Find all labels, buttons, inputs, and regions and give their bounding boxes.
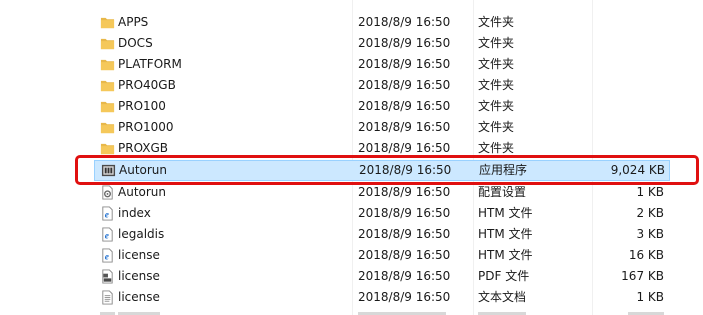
file-size: 167 KB <box>621 269 664 283</box>
file-type: 文本文档 <box>478 290 527 304</box>
file-type: 配置设置 <box>478 185 527 199</box>
file-name: PROXGB <box>118 141 169 155</box>
file-modified-date: 2018/8/9 16:50 <box>358 141 451 155</box>
file-name: Autorun <box>118 185 167 199</box>
file-modified-date: 2018/8/9 16:50 <box>358 269 451 283</box>
file-size: 1 KB <box>636 185 664 199</box>
file-row[interactable]: APPS 2018/8/9 16:50 文件夹 <box>94 12 670 33</box>
file-modified-date: 2018/8/9 16:50 <box>358 57 451 71</box>
file-type: HTM 文件 <box>478 206 533 220</box>
file-modified-date: 2018/8/9 16:50 <box>358 227 451 241</box>
file-row[interactable]: e legaldis 2018/8/9 16:50 HTM 文件 3 KB <box>94 224 670 245</box>
file-modified-date: 2018/8/9 16:50 <box>358 206 451 220</box>
file-row[interactable]: PRO100 2018/8/9 16:50 文件夹 <box>94 96 670 117</box>
file-type: PDF 文件 <box>478 269 530 283</box>
file-modified-date: 2018/8/9 16:50 <box>358 185 451 199</box>
htm-file-icon: e <box>100 227 115 242</box>
folder-icon <box>100 141 115 156</box>
file-name: legaldis <box>118 227 165 241</box>
file-row[interactable]: e index 2018/8/9 16:50 HTM 文件 2 KB <box>94 203 670 224</box>
svg-text:e: e <box>105 232 109 242</box>
file-size: 3 KB <box>636 227 664 241</box>
file-type: 文件夹 <box>478 36 515 50</box>
file-row-partial[interactable] <box>94 310 670 315</box>
file-row[interactable]: e license 2018/8/9 16:50 HTM 文件 16 KB <box>94 245 670 266</box>
file-type: 文件夹 <box>478 15 515 29</box>
file-name: PLATFORM <box>118 57 182 71</box>
file-name: APPS <box>118 15 149 29</box>
file-name: PRO1000 <box>118 120 174 134</box>
svg-text:e: e <box>105 253 109 263</box>
file-modified-date: 2018/8/9 16:50 <box>358 78 451 92</box>
file-row[interactable]: PRO1000 2018/8/9 16:50 文件夹 <box>94 117 670 138</box>
htm-file-icon: e <box>100 206 115 221</box>
file-modified-date: 2018/8/9 16:50 <box>358 120 451 134</box>
folder-icon <box>100 99 115 114</box>
file-row[interactable]: DOCS 2018/8/9 16:50 文件夹 <box>94 33 670 54</box>
pdf-file-icon <box>100 269 115 284</box>
file-type: 文件夹 <box>478 141 515 155</box>
file-type: 文件夹 <box>478 120 515 134</box>
file-name: PRO100 <box>118 99 166 113</box>
file-size: 2 KB <box>636 206 664 220</box>
file-type: HTM 文件 <box>478 227 533 241</box>
file-modified-date: 2018/8/9 16:50 <box>358 15 451 29</box>
svg-text:e: e <box>105 211 109 221</box>
file-type: HTM 文件 <box>478 248 533 262</box>
file-row[interactable]: license 2018/8/9 16:50 PDF 文件 167 KB <box>94 266 670 287</box>
htm-file-icon: e <box>100 248 115 263</box>
file-size: 1 KB <box>636 290 664 304</box>
file-name: DOCS <box>118 36 153 50</box>
file-row[interactable]: PLATFORM 2018/8/9 16:50 文件夹 <box>94 54 670 75</box>
file-row[interactable]: license 2018/8/9 16:50 文本文档 1 KB <box>94 287 670 308</box>
file-modified-date: 2018/8/9 16:50 <box>358 99 451 113</box>
file-type: 文件夹 <box>478 78 515 92</box>
file-modified-date: 2018/8/9 16:50 <box>358 248 451 262</box>
file-name: license <box>118 269 160 283</box>
file-type: 文件夹 <box>478 57 515 71</box>
folder-icon <box>100 36 115 51</box>
folder-icon <box>100 15 115 30</box>
folder-icon <box>100 120 115 135</box>
file-modified-date: 2018/8/9 16:50 <box>358 290 451 304</box>
file-name: license <box>118 290 160 304</box>
config-settings-icon <box>100 185 115 200</box>
file-name: PRO40GB <box>118 78 176 92</box>
annotation-highlight-box <box>75 155 699 185</box>
file-row[interactable]: PRO40GB 2018/8/9 16:50 文件夹 <box>94 75 670 96</box>
file-name: index <box>118 206 151 220</box>
file-type: 文件夹 <box>478 99 515 113</box>
folder-icon <box>100 57 115 72</box>
file-name: license <box>118 248 160 262</box>
file-modified-date: 2018/8/9 16:50 <box>358 36 451 50</box>
text-document-icon <box>100 290 115 305</box>
file-size: 16 KB <box>628 248 664 262</box>
folder-icon <box>100 78 115 93</box>
file-list: APPS 2018/8/9 16:50 文件夹 DOCS 2018/8/9 16… <box>0 0 703 315</box>
file-row[interactable]: Autorun 2018/8/9 16:50 配置设置 1 KB <box>94 182 670 203</box>
